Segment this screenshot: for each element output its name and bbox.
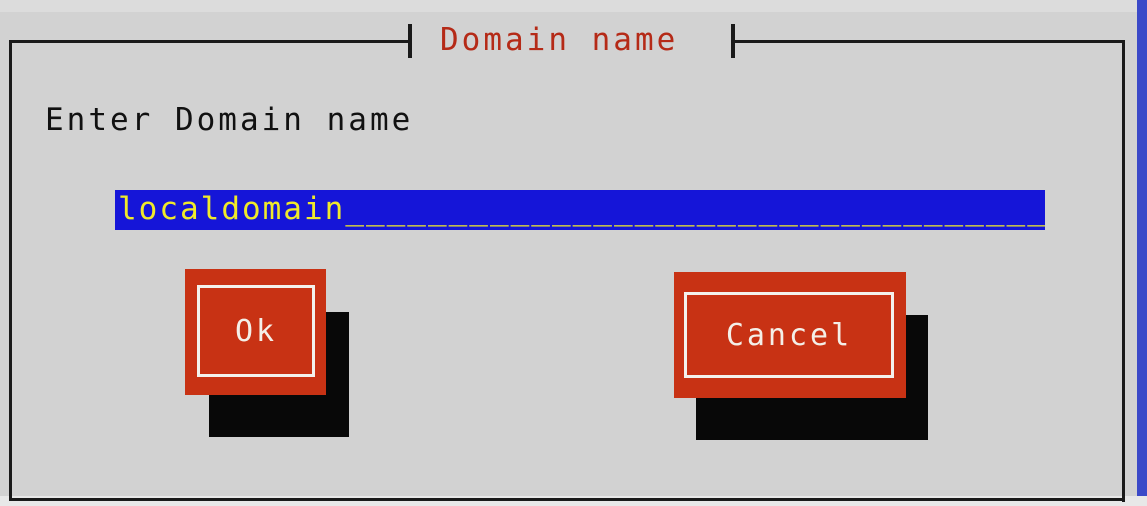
screen-top-edge: [0, 0, 1147, 12]
ok-button-focus-frame: Ok: [197, 285, 315, 377]
input-underscore-fill: ________________________________________…: [345, 191, 1045, 227]
dialog-frame-top-left: [9, 40, 411, 43]
dialog-frame-bottom: [9, 498, 1125, 501]
dialog-frame-left: [9, 40, 12, 500]
dialog-frame-top-right: [733, 40, 1125, 43]
cancel-button-label: Cancel: [725, 317, 853, 353]
title-bracket-left: [408, 24, 412, 58]
dialog-frame-right: [1122, 40, 1125, 502]
domain-name-input[interactable]: localdomain_____________________________…: [115, 190, 1045, 230]
ok-button[interactable]: Ok: [185, 269, 326, 395]
ok-button-label: Ok: [234, 313, 278, 349]
domain-name-dialog: Domain name Enter Domain name localdomai…: [0, 12, 1137, 502]
cancel-button[interactable]: Cancel: [674, 272, 906, 398]
title-bracket-right: [731, 24, 735, 58]
cancel-button-focus-frame: Cancel: [684, 292, 894, 378]
screen-right-edge: [1137, 0, 1147, 506]
dialog-title: Domain name: [440, 22, 679, 58]
prompt-label: Enter Domain name: [45, 102, 414, 138]
domain-name-value: localdomain: [118, 191, 346, 227]
